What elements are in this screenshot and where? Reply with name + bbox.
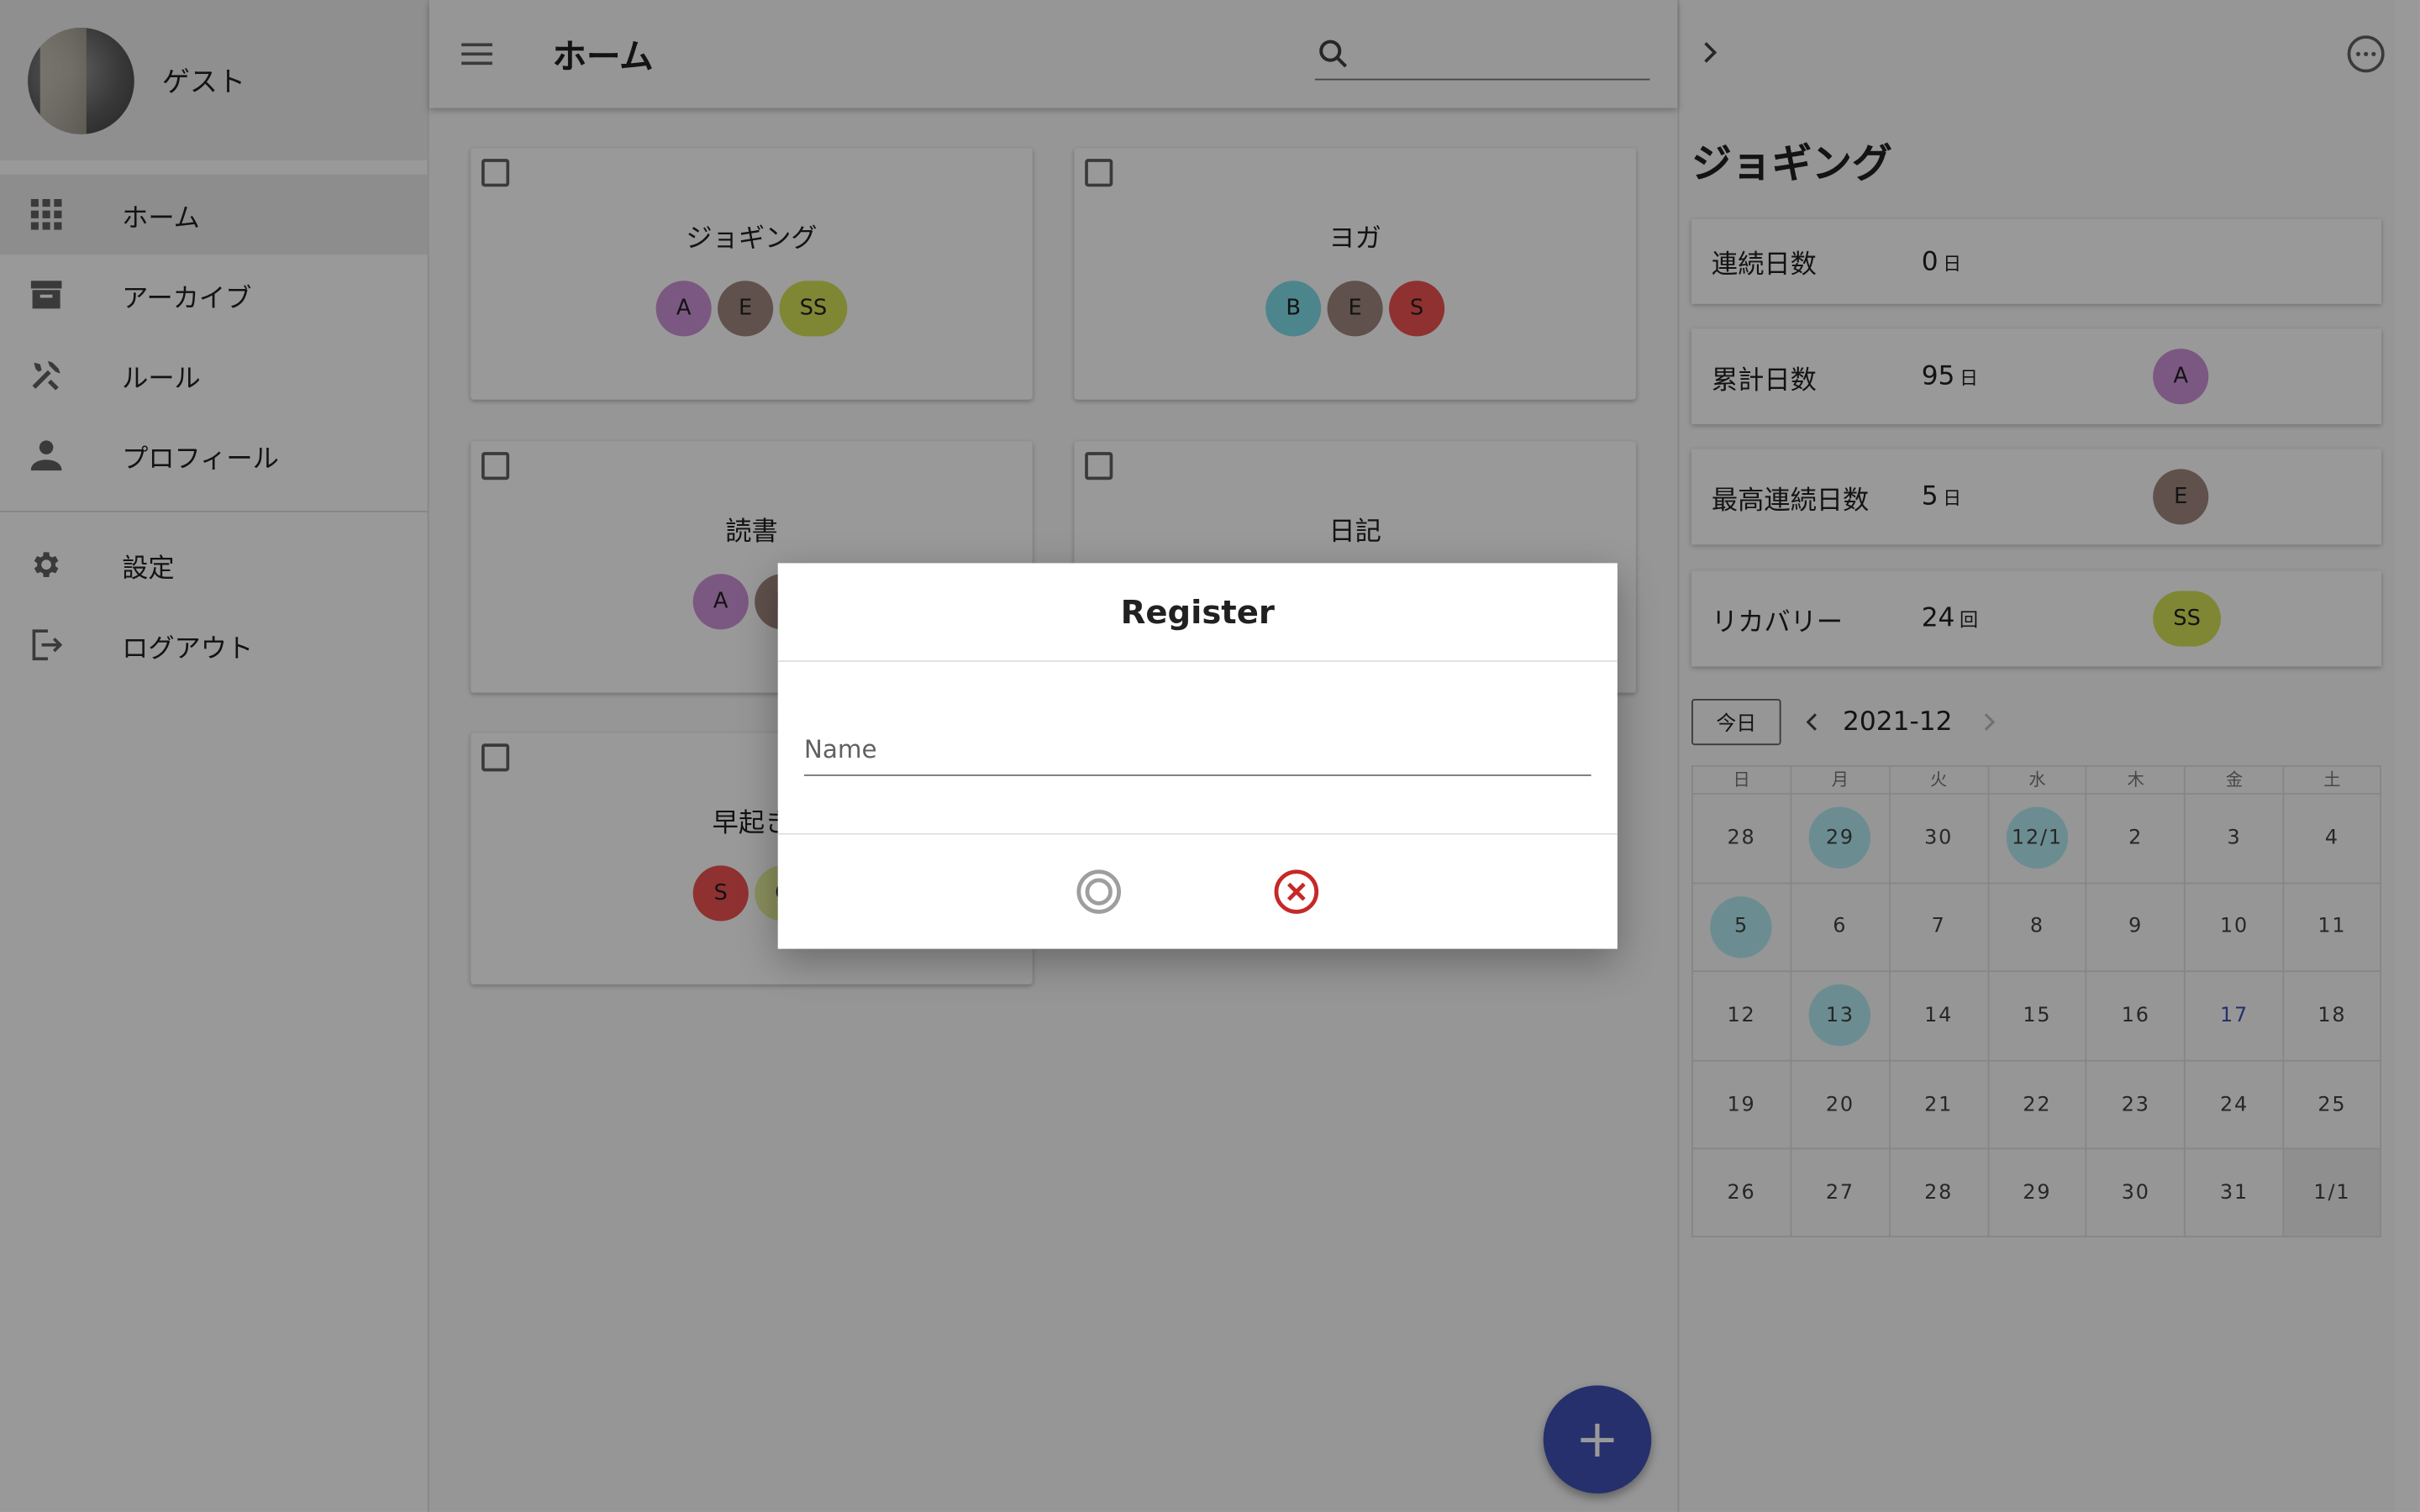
register-dialog: Register (777, 563, 1618, 949)
dialog-title: Register (777, 563, 1618, 662)
confirm-button[interactable] (1074, 866, 1123, 916)
cancel-button[interactable] (1271, 866, 1321, 916)
dialog-body (777, 662, 1618, 835)
dialog-actions (778, 835, 1618, 948)
app-root: ゲスト ホーム アーカイブ ルール プロフィール 設定 ログアウト ホーム ジョ… (0, 0, 2420, 1512)
name-input[interactable] (803, 723, 1591, 776)
